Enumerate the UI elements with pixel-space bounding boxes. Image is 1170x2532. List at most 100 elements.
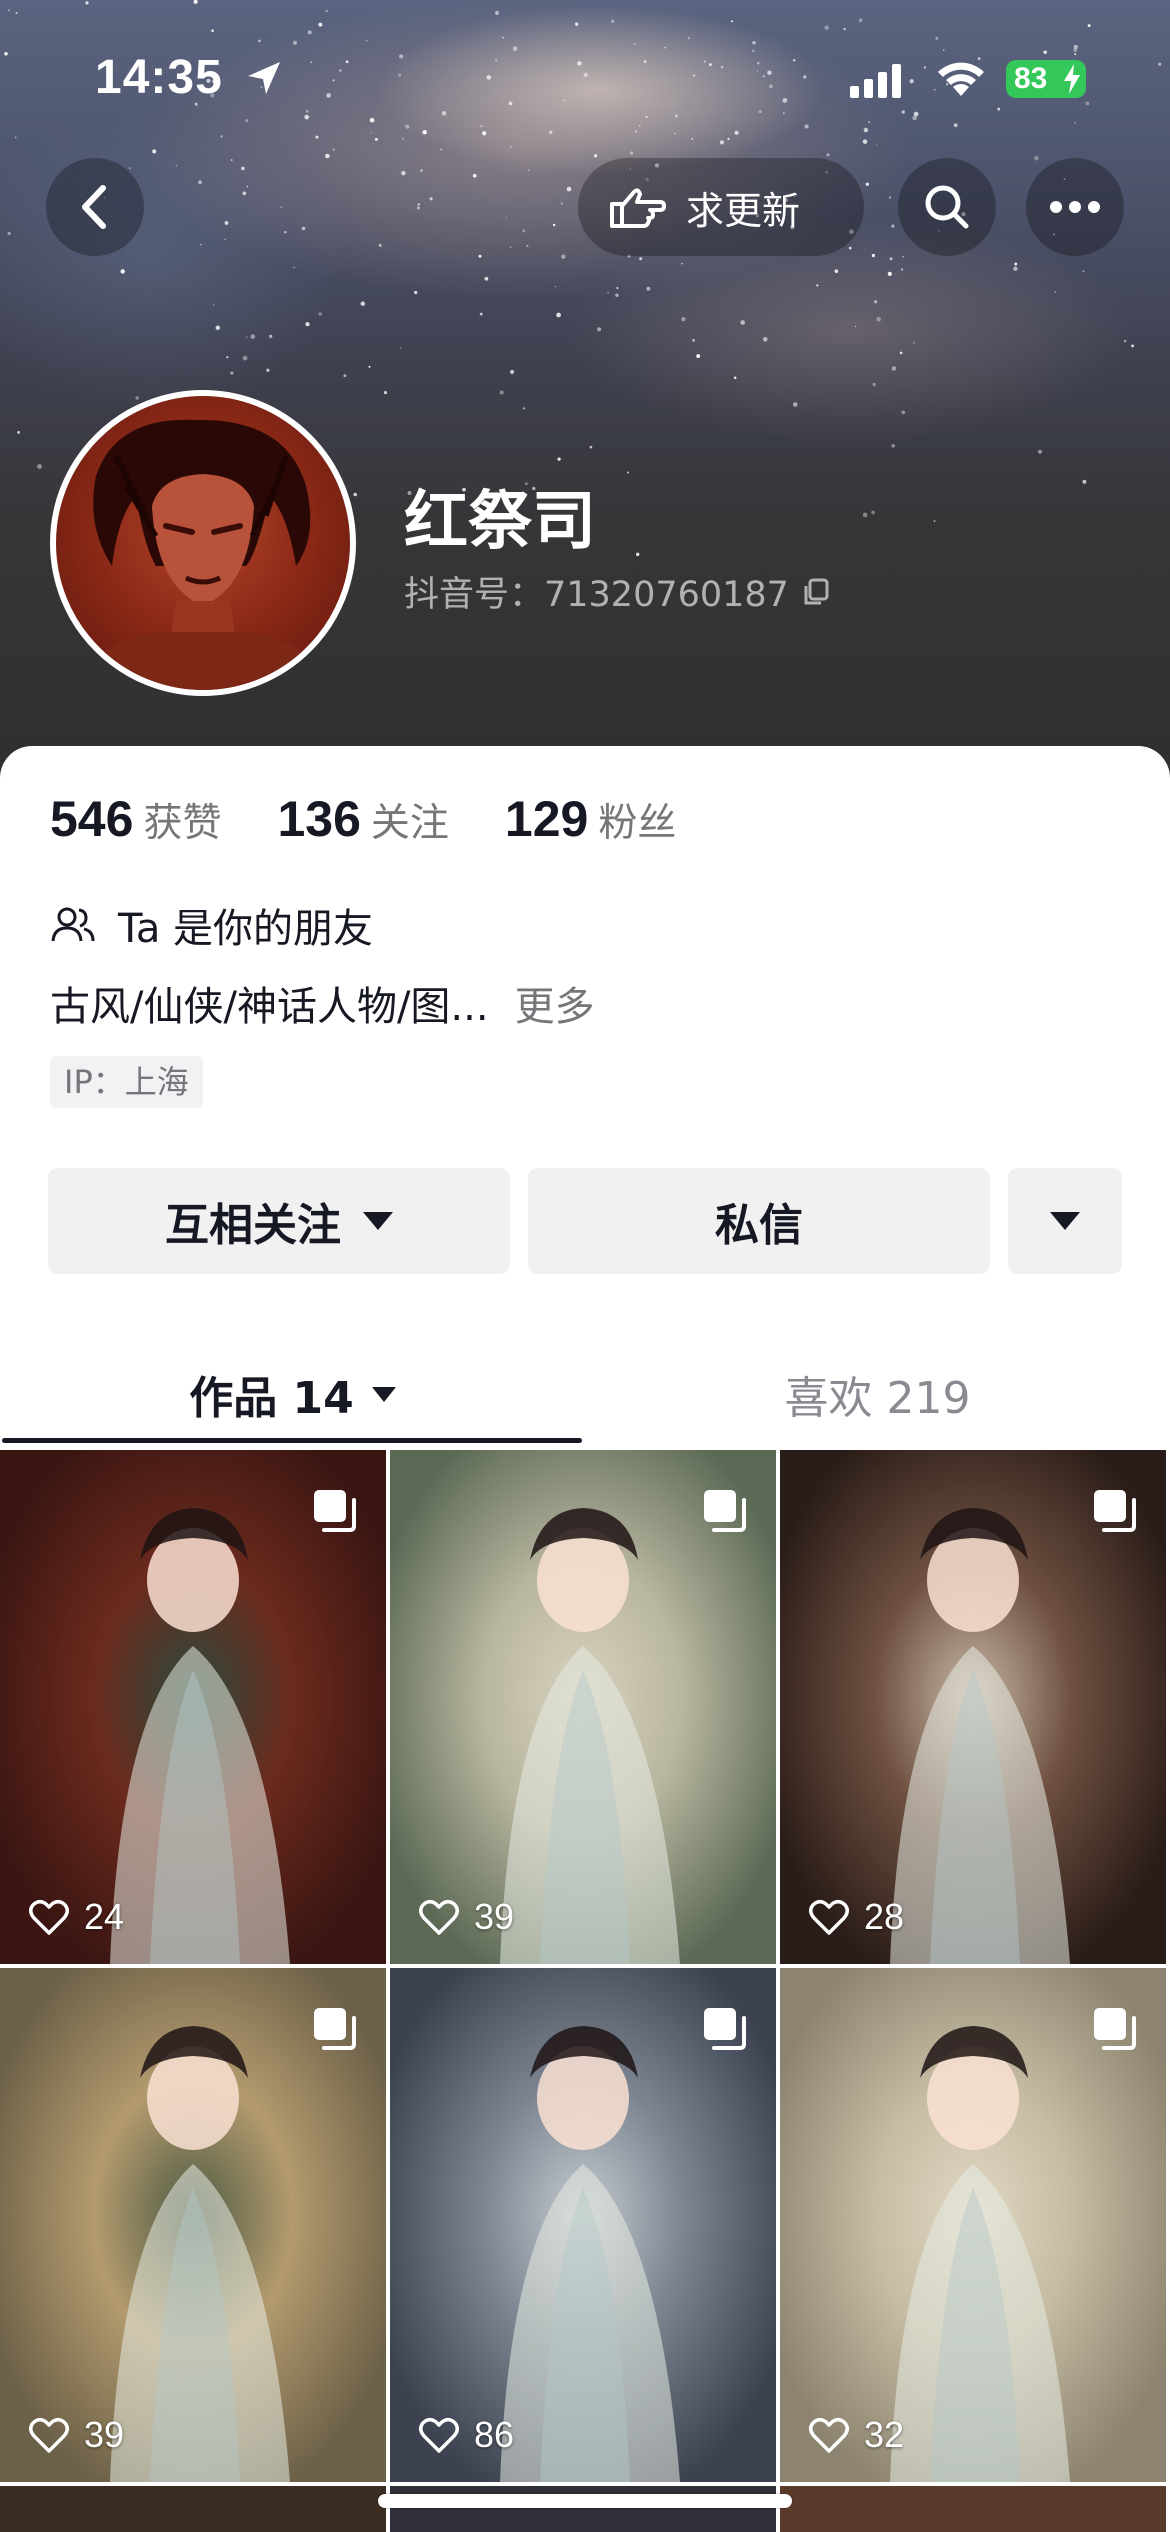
star <box>484 276 489 281</box>
star <box>414 290 418 295</box>
stat-likes[interactable]: 546 获赞 <box>50 790 221 848</box>
star <box>15 12 18 15</box>
star <box>315 135 319 139</box>
caret-down-icon <box>1050 1212 1080 1230</box>
work-tile[interactable] <box>780 2486 1166 2532</box>
star <box>368 365 371 368</box>
star <box>589 445 593 449</box>
star <box>383 390 388 395</box>
star <box>422 129 427 135</box>
work-tile[interactable] <box>0 2486 386 2532</box>
star <box>635 552 640 557</box>
search-button[interactable] <box>898 158 996 256</box>
star <box>554 285 557 288</box>
star <box>85 1 89 5</box>
tab-works[interactable]: 作品 14 <box>0 1346 585 1442</box>
douyin-id: 抖音号：71320760187 <box>404 566 831 617</box>
star <box>616 287 619 289</box>
star <box>868 121 870 123</box>
work-tile[interactable]: 86 <box>390 1968 776 2482</box>
active-tab-indicator <box>2 1438 582 1443</box>
star <box>14 136 17 139</box>
work-tile[interactable]: 28 <box>780 1450 1166 1964</box>
avatar-illustration <box>76 419 330 690</box>
location-arrow-icon <box>248 62 280 94</box>
star <box>370 132 372 134</box>
star <box>1082 270 1085 272</box>
more-icon <box>1050 201 1100 213</box>
copy-icon[interactable] <box>801 577 831 607</box>
star <box>502 36 504 39</box>
charging-bolt-icon <box>1064 64 1080 94</box>
star <box>224 238 226 241</box>
work-like-count: 24 <box>28 1896 124 1938</box>
star <box>696 354 701 359</box>
star <box>200 243 202 246</box>
bio[interactable]: 古风/仙侠/神话人物/图... 更多 <box>50 974 595 1032</box>
star <box>17 431 20 434</box>
mutual-follow-button[interactable]: 互相关注 <box>48 1168 510 1274</box>
star <box>872 382 876 387</box>
star <box>401 137 405 140</box>
star <box>858 18 863 23</box>
stat-followers[interactable]: 129 粉丝 <box>505 790 676 848</box>
star <box>332 148 335 151</box>
star <box>875 144 878 146</box>
tab-likes[interactable]: 喜欢 219 <box>585 1346 1170 1442</box>
caret-down-icon <box>371 1386 396 1402</box>
tab-works-label: 作品 14 <box>189 1373 354 1424</box>
star <box>494 10 500 16</box>
star <box>129 167 131 169</box>
battery-level: 83 <box>1014 62 1048 95</box>
more-actions-dropdown[interactable] <box>1008 1168 1122 1274</box>
message-button[interactable]: 私信 <box>528 1168 990 1274</box>
star <box>552 223 556 227</box>
star <box>269 334 273 339</box>
star <box>325 153 330 159</box>
star <box>215 325 221 331</box>
work-tile[interactable]: 24 <box>0 1450 386 1964</box>
heart-icon <box>29 2418 69 2453</box>
tab-likes-label: 喜欢 219 <box>784 1373 971 1424</box>
star <box>429 197 433 201</box>
star <box>405 124 410 129</box>
work-tile[interactable]: 39 <box>0 1968 386 2482</box>
bio-more-link[interactable]: 更多 <box>515 974 595 1032</box>
avatar[interactable] <box>50 390 356 696</box>
profile-stats: 546 获赞 136 关注 129 粉丝 <box>50 790 676 848</box>
star <box>674 114 678 118</box>
stat-following[interactable]: 136 关注 <box>277 790 448 848</box>
request-update-button[interactable]: 求更新 <box>578 158 864 256</box>
star <box>566 186 572 192</box>
like-count-text: 24 <box>84 1896 125 1937</box>
star <box>848 246 852 250</box>
back-button[interactable] <box>46 158 144 256</box>
work-tile[interactable]: 32 <box>780 1968 1166 2482</box>
star <box>266 368 270 372</box>
like-count-text: 39 <box>474 1896 515 1937</box>
multi-image-icon <box>314 1490 356 1532</box>
work-like-count: 28 <box>808 1896 904 1938</box>
star <box>318 22 323 27</box>
star <box>416 206 421 210</box>
star <box>597 327 602 332</box>
star <box>250 334 256 339</box>
star <box>8 9 10 12</box>
friends-icon <box>51 907 95 942</box>
star <box>826 153 830 157</box>
stat-label: 关注 <box>370 801 449 846</box>
multi-image-icon <box>704 2008 746 2050</box>
star <box>734 130 739 135</box>
search-icon <box>925 185 969 229</box>
more-options-button[interactable] <box>1026 158 1124 256</box>
star <box>120 269 125 274</box>
work-tile[interactable] <box>390 2486 776 2532</box>
star <box>899 351 903 355</box>
star <box>224 221 229 225</box>
star <box>674 132 676 135</box>
star <box>874 300 878 304</box>
star <box>284 231 287 234</box>
star <box>510 146 512 148</box>
work-tile[interactable]: 39 <box>390 1450 776 1964</box>
star <box>639 257 643 261</box>
